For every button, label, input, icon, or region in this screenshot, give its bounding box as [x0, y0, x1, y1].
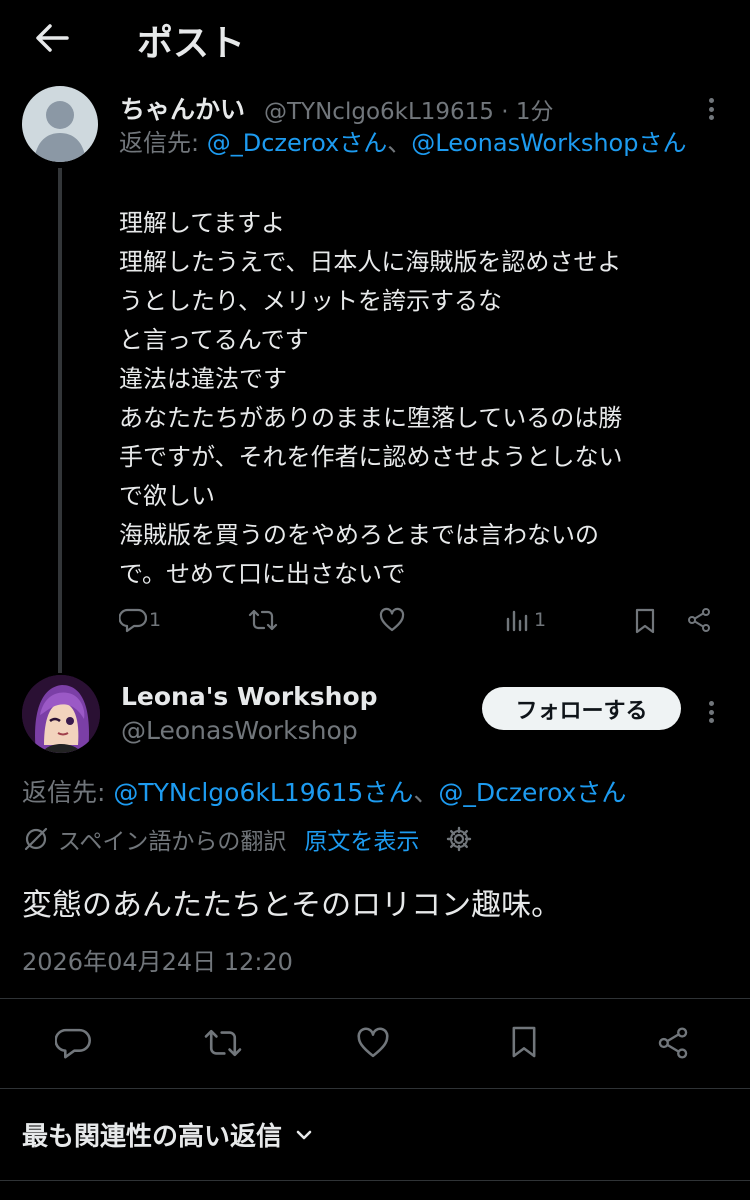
main-author-name[interactable]: Leona's Workshop [121, 682, 378, 711]
views-button[interactable]: 1 [504, 607, 546, 633]
like-button[interactable] [355, 1026, 391, 1060]
text-line: 手ですが、それを作者に認めさせようとしない [119, 443, 623, 471]
top-bar: ポスト [0, 0, 750, 90]
mention-link-tynclgo[interactable]: @TYNclgo6kL19615さん [113, 778, 413, 807]
avatar[interactable] [22, 675, 100, 753]
text-line: で欲しい [119, 482, 215, 510]
bookmark-button[interactable] [634, 607, 656, 635]
main-action-bar [0, 1022, 750, 1066]
reply-author-name[interactable]: ちゃんかい [120, 90, 245, 126]
reply-count: 1 [149, 609, 162, 631]
reply-sort-label: 最も関連性の高い返信 [22, 1122, 283, 1152]
default-avatar-icon [34, 101, 86, 162]
text-line: で。せめて口に出さないで [119, 560, 406, 588]
heart-icon [379, 607, 405, 632]
back-button[interactable] [30, 16, 74, 60]
text-line: 理解したうえで、日本人に海賊版を認めさせよ [119, 248, 622, 276]
text-line: 海賊版を買うのをやめろとまでは言わないの [119, 521, 599, 549]
text-line: あなたたちがありのままに堕落しているのは勝 [119, 404, 623, 432]
gear-icon [447, 826, 472, 852]
divider [0, 1088, 750, 1089]
reply-button[interactable]: 1 [119, 607, 161, 633]
repost-button[interactable] [247, 607, 279, 633]
bookmark-button[interactable] [510, 1024, 538, 1060]
repost-icon [248, 609, 278, 631]
show-original-link[interactable]: 原文を表示 [304, 822, 419, 856]
mention-separator: 、 [413, 778, 439, 807]
translate-icon [24, 827, 48, 851]
follow-button[interactable]: フォローする [482, 687, 681, 730]
translation-settings-button[interactable] [445, 825, 473, 853]
bookmark-icon [635, 608, 655, 634]
text-line: うとしたり、メリットを誇示するな [119, 287, 503, 315]
reply-tweet-text: 理解してますよ 理解したうえで、日本人に海賊版を認めさせよ うとしたり、メリット… [119, 204, 729, 594]
more-options-button[interactable] [701, 695, 721, 729]
chevron-down-icon [292, 1123, 316, 1147]
share-button[interactable] [686, 607, 712, 633]
divider [0, 1180, 750, 1181]
share-icon [658, 1027, 688, 1059]
text-line: 違法は違法です [119, 365, 287, 393]
mention-link-dczerox[interactable]: @_Dczeroxさん [438, 778, 626, 807]
main-author-handle[interactable]: @LeonasWorkshop [121, 716, 358, 745]
reply-sort-dropdown[interactable]: 最も関連性の高い返信 [22, 1116, 316, 1153]
text-line: と言ってるんです [119, 326, 309, 354]
reply-to-line: 返信先: @TYNclgo6kL19615さん、@_Dczeroxさん [22, 773, 626, 809]
reply-author-handle[interactable]: @TYNclgo6kL19615 · 1分 [264, 92, 554, 126]
repost-icon [204, 1029, 242, 1057]
avatar[interactable] [22, 86, 98, 162]
reply-action-bar: 1 1 [0, 601, 750, 641]
mention-separator: 、 [387, 129, 412, 157]
reply-icon [55, 1028, 91, 1059]
reply-to-label: 返信先: [119, 129, 207, 157]
reply-to-line: 返信先: @_Dczeroxさん、@LeonasWorkshopさん [119, 126, 729, 160]
reply-icon [119, 608, 147, 633]
timestamp[interactable]: 2026年04月24日 12:20 [22, 942, 293, 977]
anime-avatar-icon [22, 675, 100, 753]
bookmark-icon [512, 1026, 536, 1058]
mention-link-dczerox[interactable]: @_Dczeroxさん [207, 129, 388, 157]
views-count: 1 [534, 609, 547, 631]
translated-from-label: スペイン語からの翻訳 [58, 829, 287, 855]
heart-icon [357, 1027, 389, 1058]
share-icon [688, 608, 710, 632]
like-button[interactable] [378, 607, 406, 633]
translation-row: スペイン語からの翻訳 原文を表示 [22, 821, 473, 857]
text-line: 理解してますよ [119, 209, 286, 237]
reply-to-label: 返信先: [22, 778, 114, 807]
arrow-left-icon [36, 24, 69, 52]
page-title: ポスト [137, 23, 246, 64]
reply-button[interactable] [55, 1026, 91, 1060]
thread-connector-line [58, 168, 62, 673]
share-button[interactable] [656, 1026, 690, 1060]
views-icon [506, 610, 528, 632]
mention-link-leonasworkshop[interactable]: @LeonasWorkshopさん [411, 129, 686, 157]
more-options-button[interactable] [701, 92, 721, 126]
divider [0, 998, 750, 999]
repost-button[interactable] [202, 1026, 244, 1060]
main-tweet-text: 変態のあんたたちとそのロリコン趣味。 [22, 888, 562, 923]
